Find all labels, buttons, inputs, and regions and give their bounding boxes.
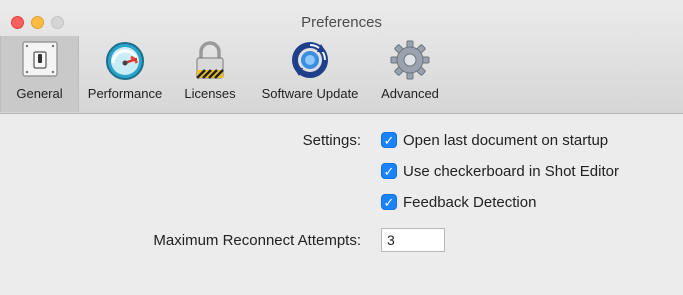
tab-advanced[interactable]: Advanced [375,36,445,112]
preferences-window: Preferences General Performance Licenses… [0,0,683,295]
feedback-detection-option[interactable]: ✓ Feedback Detection [381,192,536,212]
feedback-detection-checkbox[interactable]: ✓ [381,194,397,210]
toolbar: Preferences General Performance Licenses… [0,0,683,114]
tab-performance[interactable]: Performance [79,36,171,112]
window-title: Preferences [301,14,382,31]
tab-general[interactable]: General [0,36,79,112]
sync-arrows-icon [288,38,332,82]
checkmark-icon: ✓ [383,132,395,148]
tab-label: Performance [87,86,163,101]
toggle-switch-icon [18,38,62,82]
tab-licenses[interactable]: Licenses [176,36,244,112]
tab-label: General [16,86,63,101]
use-checkerboard-checkbox[interactable]: ✓ [381,163,397,179]
use-checkerboard-option[interactable]: ✓ Use checkerboard in Shot Editor [381,161,619,181]
tab-label: Software Update [261,86,359,101]
tab-software-update[interactable]: Software Update [250,36,370,112]
tab-label: Advanced [381,86,439,101]
settings-label: Settings: [302,132,361,149]
checkmark-icon: ✓ [383,194,395,210]
option-label: Use checkerboard in Shot Editor [403,162,619,180]
option-label: Feedback Detection [403,193,537,211]
tab-label: Licenses [184,86,236,101]
option-label: Open last document on startup [403,131,609,149]
padlock-icon [188,38,232,82]
reconnect-attempts-input[interactable] [381,228,445,252]
speedometer-icon [103,38,147,82]
general-pane: Settings: ✓ Open last document on startu… [0,114,683,295]
reconnect-attempts-label: Maximum Reconnect Attempts: [153,232,361,249]
open-last-document-option[interactable]: ✓ Open last document on startup [381,130,608,150]
open-last-document-checkbox[interactable]: ✓ [381,132,397,148]
gear-icon [388,38,432,82]
checkmark-icon: ✓ [383,163,395,179]
